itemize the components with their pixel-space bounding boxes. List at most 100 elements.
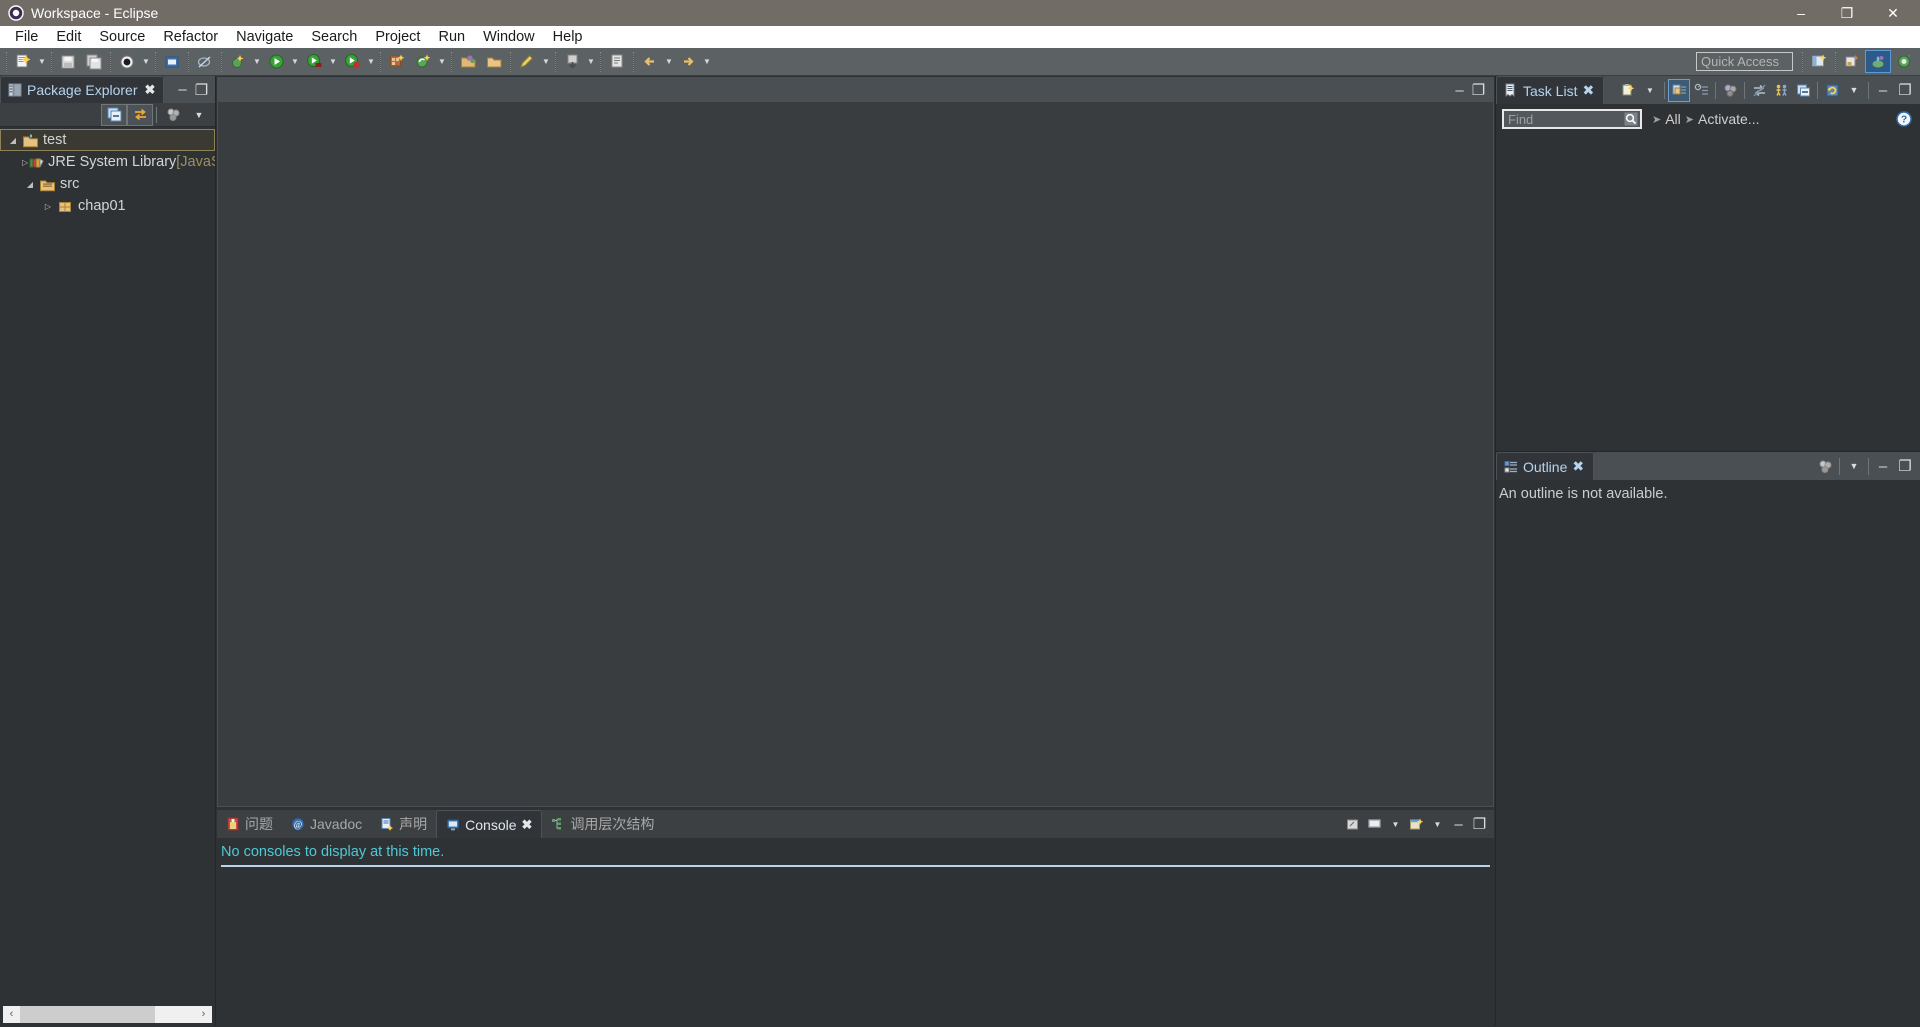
tree-twisty-icon[interactable]: ▷ xyxy=(40,202,56,211)
help-icon[interactable]: ? xyxy=(1896,111,1912,127)
scrollbar-thumb[interactable] xyxy=(20,1005,155,1023)
close-icon[interactable]: ✖ xyxy=(145,82,156,98)
close-icon[interactable]: ✖ xyxy=(1582,82,1594,99)
tab-task-list[interactable]: Task List ✖ xyxy=(1496,76,1605,104)
close-icon[interactable]: ✖ xyxy=(1572,458,1584,475)
focus-on-active-task-icon[interactable] xyxy=(1814,455,1836,478)
minimize-view-button[interactable]: – xyxy=(173,79,192,101)
minimize-window-button[interactable]: – xyxy=(1778,0,1824,26)
debug-icon[interactable] xyxy=(301,50,327,74)
tree-item-jre-system-library[interactable]: ▷ JRE System Library [JavaS xyxy=(0,151,215,173)
debug-perspective-icon[interactable] xyxy=(1891,50,1917,73)
refresh-icon[interactable] xyxy=(1821,79,1843,102)
run-dropdown-icon[interactable]: ▼ xyxy=(289,50,301,74)
new-package-dropdown-icon[interactable]: ▼ xyxy=(436,50,448,74)
scroll-right-icon[interactable]: › xyxy=(195,1005,212,1023)
open-type-icon[interactable] xyxy=(455,50,481,74)
run-icon[interactable] xyxy=(263,50,289,74)
minimize-editor-button[interactable]: – xyxy=(1450,79,1469,101)
minimize-console-button[interactable]: – xyxy=(1448,813,1469,835)
menu-file[interactable]: File xyxy=(6,27,47,47)
annotation-icon[interactable] xyxy=(514,50,540,74)
breadcrumb-item-all[interactable]: All xyxy=(1665,111,1681,127)
synchronize-changed-icon[interactable] xyxy=(1748,79,1770,102)
tab-console[interactable]: Console ✖ xyxy=(436,810,543,838)
package-explorer-tree[interactable]: ◢ test ▷ JRE System Library [Java ◢ src … xyxy=(0,127,215,1005)
new-java-project-icon[interactable] xyxy=(384,50,410,74)
tab-outline[interactable]: Outline ✖ xyxy=(1496,452,1595,480)
new-task-icon[interactable] xyxy=(1617,79,1639,102)
menu-project[interactable]: Project xyxy=(366,27,429,47)
menu-run[interactable]: Run xyxy=(429,27,474,47)
previous-annotation-dropdown-icon[interactable]: ▼ xyxy=(585,50,597,74)
collapse-all-icon[interactable] xyxy=(101,103,127,126)
new-wizard-icon[interactable] xyxy=(10,50,36,74)
tree-twisty-icon[interactable]: ◢ xyxy=(22,180,38,189)
previous-annotation-icon[interactable] xyxy=(559,50,585,74)
scheduled-presentation-icon[interactable] xyxy=(1690,79,1712,102)
maximize-window-button[interactable]: ❐ xyxy=(1824,0,1870,26)
breadcrumb-item-activate[interactable]: Activate... xyxy=(1698,111,1759,127)
view-menu-icon[interactable]: ▼ xyxy=(186,104,212,126)
open-console-icon[interactable] xyxy=(1343,813,1364,835)
scroll-left-icon[interactable]: ‹ xyxy=(3,1005,20,1023)
java-perspective-icon[interactable] xyxy=(1865,50,1891,73)
minimize-task-list-button[interactable]: – xyxy=(1872,79,1894,102)
forward-icon[interactable] xyxy=(675,50,701,74)
outline-body[interactable]: An outline is not available. xyxy=(1496,480,1920,1026)
close-window-button[interactable]: ✕ xyxy=(1870,0,1916,26)
open-perspective-icon[interactable] xyxy=(1806,50,1832,73)
tab-declaration[interactable]: 声明 xyxy=(371,810,436,838)
focus-on-active-task-icon[interactable] xyxy=(160,104,186,126)
tab-javadoc[interactable]: @ Javadoc xyxy=(282,810,371,838)
menu-window[interactable]: Window xyxy=(474,27,544,47)
record-macro-icon[interactable] xyxy=(114,50,140,74)
open-task-icon[interactable] xyxy=(481,50,507,74)
search-icon[interactable] xyxy=(1624,112,1638,126)
tab-call-hierarchy[interactable]: 调用层次结构 xyxy=(542,810,663,838)
maximize-outline-button[interactable]: ❐ xyxy=(1894,455,1916,478)
new-wizard-dropdown-icon[interactable]: ▼ xyxy=(36,50,48,74)
coverage-icon[interactable] xyxy=(339,50,365,74)
display-selected-console-icon[interactable] xyxy=(1364,813,1385,835)
menu-edit[interactable]: Edit xyxy=(47,27,90,47)
categorized-presentation-icon[interactable] xyxy=(1668,78,1690,102)
back-icon[interactable] xyxy=(637,50,663,74)
tree-item-test[interactable]: ◢ test xyxy=(0,129,215,151)
display-selected-console-dropdown-icon[interactable]: ▼ xyxy=(1385,813,1406,835)
back-dropdown-icon[interactable]: ▼ xyxy=(663,50,675,74)
tree-item-src[interactable]: ◢ src xyxy=(0,173,215,195)
editor-empty-canvas[interactable] xyxy=(218,102,1493,806)
menu-navigate[interactable]: Navigate xyxy=(227,27,302,47)
debug-dropdown-icon[interactable]: ▼ xyxy=(327,50,339,74)
coverage-dropdown-icon[interactable]: ▼ xyxy=(365,50,377,74)
new-package-icon[interactable] xyxy=(410,50,436,74)
new-console-view-dropdown-icon[interactable]: ▼ xyxy=(1427,813,1448,835)
new-task-dropdown-icon[interactable]: ▼ xyxy=(1639,79,1661,102)
new-java-class-dropdown-icon[interactable]: ▼ xyxy=(251,50,263,74)
view-menu-icon[interactable]: ▼ xyxy=(1843,455,1865,478)
collapse-all-icon[interactable] xyxy=(1770,79,1792,102)
restore-icon[interactable] xyxy=(1792,79,1814,102)
maximize-console-button[interactable]: ❐ xyxy=(1469,813,1490,835)
save-all-icon[interactable] xyxy=(81,50,107,74)
annotation-dropdown-icon[interactable]: ▼ xyxy=(540,50,552,74)
menu-search[interactable]: Search xyxy=(302,27,366,47)
forward-dropdown-icon[interactable]: ▼ xyxy=(701,50,713,74)
task-list-body[interactable] xyxy=(1496,131,1920,451)
java-ee-perspective-icon[interactable] xyxy=(1839,50,1865,73)
view-menu-icon[interactable]: ▼ xyxy=(1843,79,1865,102)
maximize-task-list-button[interactable]: ❐ xyxy=(1894,79,1916,102)
menu-help[interactable]: Help xyxy=(544,27,592,47)
focus-on-workweek-icon[interactable] xyxy=(1719,79,1741,102)
tab-problems[interactable]: 问题 xyxy=(217,810,282,838)
console-body[interactable]: No consoles to display at this time. xyxy=(217,838,1494,1026)
menu-source[interactable]: Source xyxy=(90,27,154,47)
task-list-find-input[interactable]: Find xyxy=(1502,109,1642,129)
close-icon[interactable]: ✖ xyxy=(522,817,533,833)
maximize-view-button[interactable]: ❐ xyxy=(192,79,211,101)
package-explorer-horizontal-scrollbar[interactable]: ‹ › xyxy=(0,1005,215,1026)
quick-access-input[interactable]: Quick Access xyxy=(1696,52,1793,71)
tab-package-explorer[interactable]: Package Explorer ✖ xyxy=(0,76,165,103)
next-edit-icon[interactable] xyxy=(604,50,630,74)
